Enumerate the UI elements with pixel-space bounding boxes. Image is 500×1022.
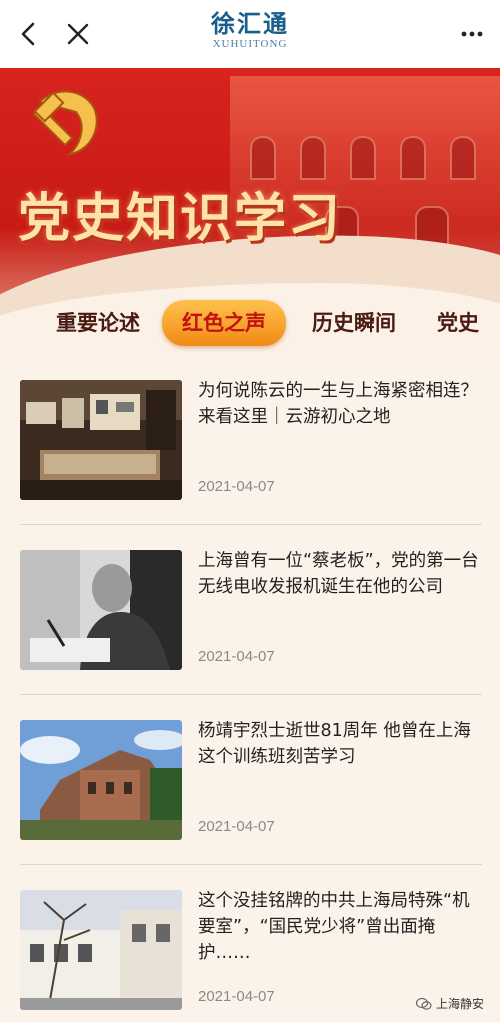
- article-title: 这个没挂铭牌的中共上海局特殊“机要室”，“国民党少将”曾出面掩护……: [198, 891, 470, 963]
- wechat-icon: [415, 997, 432, 1010]
- category-tabs: 重要论述 红色之声 历史瞬间 党史: [0, 292, 500, 354]
- article-date: 2021-04-07: [198, 988, 275, 1005]
- article-thumbnail: [20, 380, 182, 500]
- divider: [20, 864, 482, 865]
- brand-name: 徐汇通: [211, 9, 289, 38]
- list-item[interactable]: 为何说陈云的一生与上海紧密相连？ 来看这里｜云游初心之地 2021-04-07: [20, 364, 482, 514]
- divider: [20, 524, 482, 525]
- article-thumbnail: [20, 890, 182, 1010]
- tab-party-history[interactable]: 党史: [428, 300, 488, 346]
- watermark-text: 上海静安: [435, 997, 484, 1011]
- article-title: 杨靖宇烈士逝世81周年 他曾在上海这个训练班刻苦学习: [198, 721, 471, 767]
- tab-history-moments[interactable]: 历史瞬间: [302, 300, 406, 346]
- article-date: 2021-04-07: [198, 818, 275, 835]
- tab-red-voice[interactable]: 红色之声: [162, 300, 286, 346]
- more-dots-icon: [461, 31, 483, 37]
- tab-important-statements[interactable]: 重要论述: [46, 300, 150, 346]
- article-thumbnail: [20, 550, 182, 670]
- party-emblem-icon: [32, 90, 98, 156]
- article-title: 为何说陈云的一生与上海紧密相连？ 来看这里｜云游初心之地: [198, 381, 478, 427]
- article-thumbnail: [20, 720, 182, 840]
- banner-title: 党史知识学习: [18, 189, 343, 249]
- article-title: 上海曾有一位“蔡老板”，党的第一台无线电收发报机诞生在他的公司: [198, 551, 479, 597]
- list-item[interactable]: 上海曾有一位“蔡老板”，党的第一台无线电收发报机诞生在他的公司 2021-04-…: [20, 534, 482, 684]
- article-date: 2021-04-07: [198, 478, 275, 495]
- source-watermark: 上海静安: [415, 995, 484, 1012]
- more-button[interactable]: [452, 14, 492, 54]
- brand-name-en: XUHUITONG: [212, 38, 288, 50]
- brand-logo: 徐汇通 XUHUITONG: [0, 10, 500, 51]
- top-nav-bar: 徐汇通 XUHUITONG: [0, 0, 500, 68]
- divider: [20, 694, 482, 695]
- list-item[interactable]: 杨靖宇烈士逝世81周年 他曾在上海这个训练班刻苦学习 2021-04-07: [20, 704, 482, 854]
- list-item[interactable]: 这个没挂铭牌的中共上海局特殊“机要室”，“国民党少将”曾出面掩护…… 2021-…: [20, 874, 482, 1022]
- article-date: 2021-04-07: [198, 648, 275, 665]
